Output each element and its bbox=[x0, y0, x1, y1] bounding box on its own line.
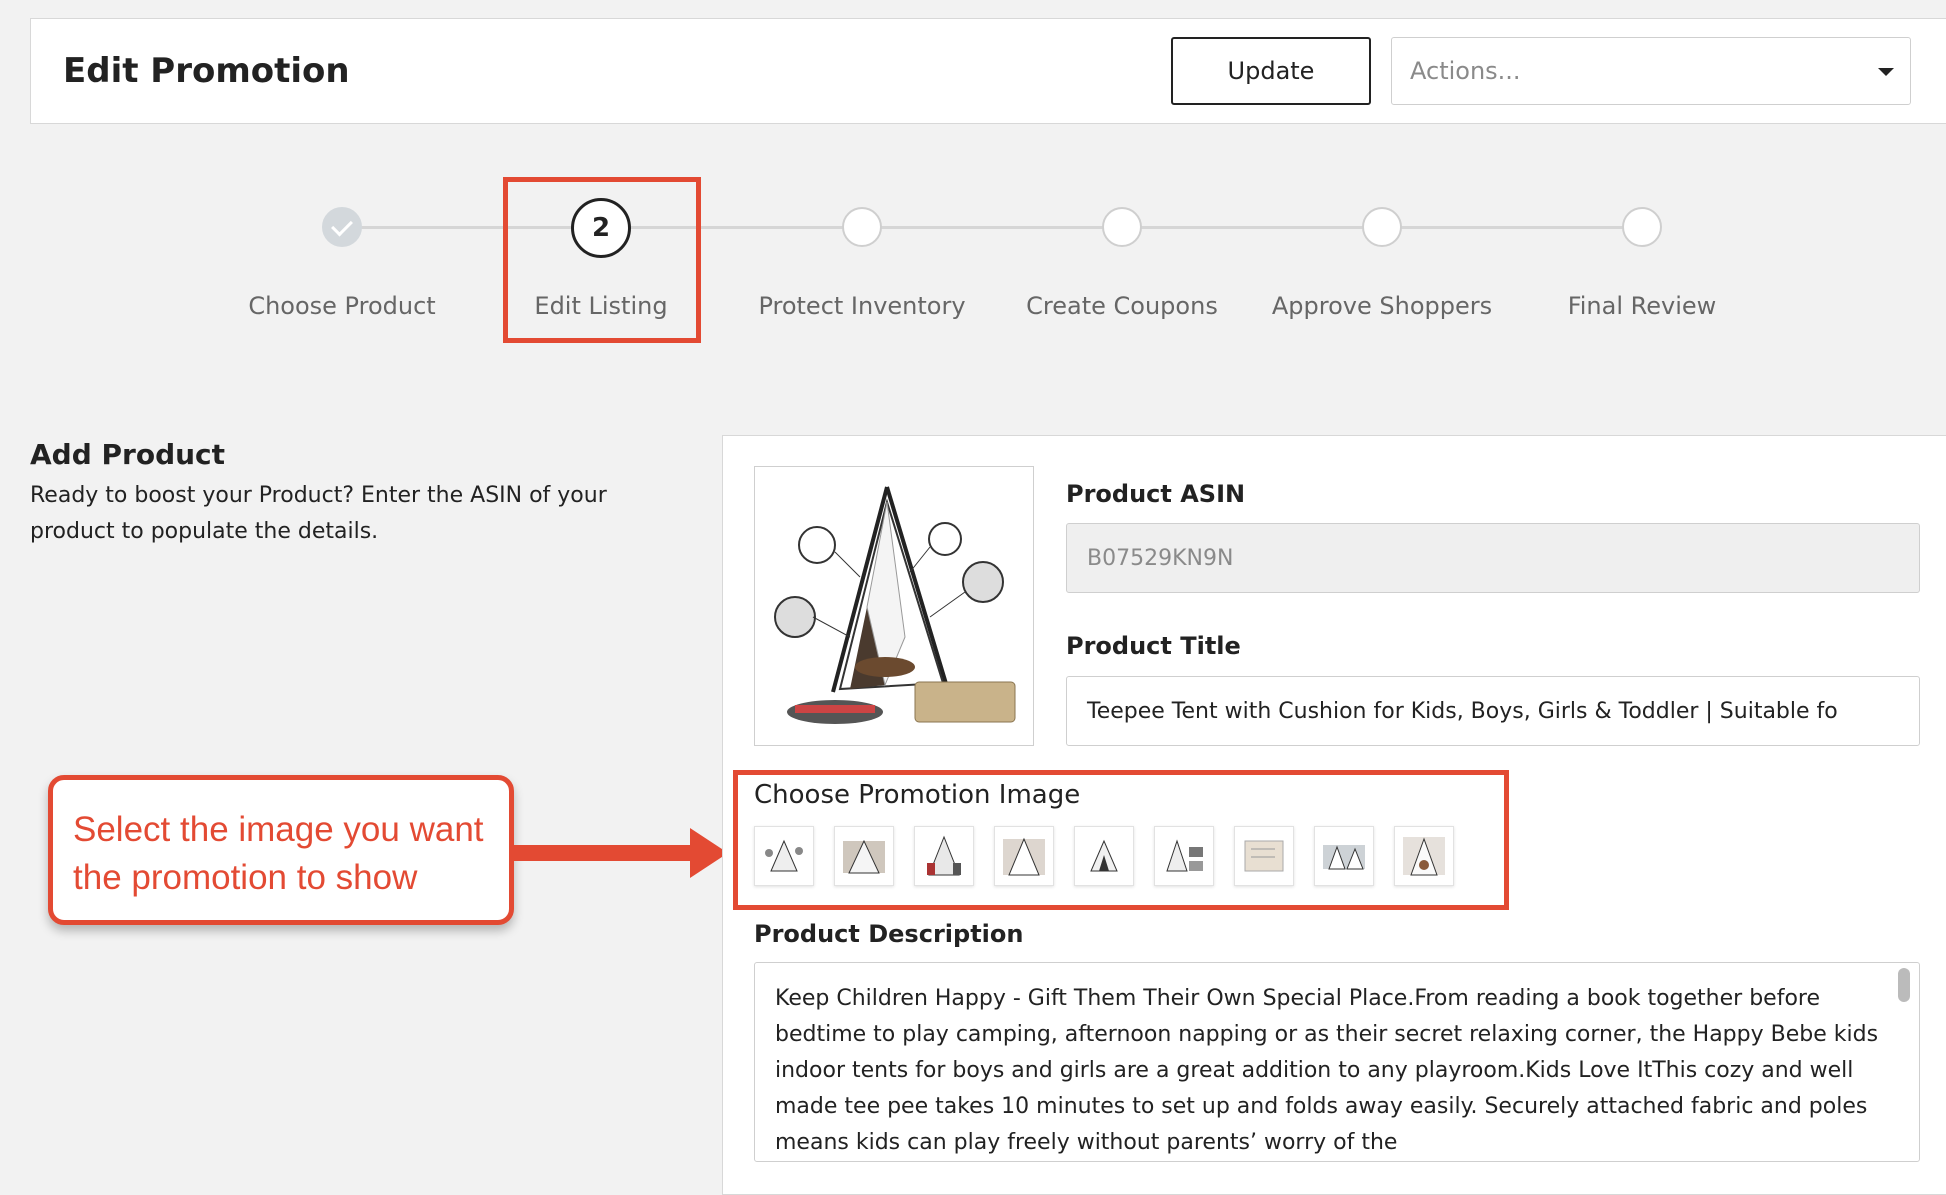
update-button[interactable]: Update bbox=[1171, 37, 1371, 105]
promo-thumbnail[interactable] bbox=[754, 826, 814, 886]
promo-thumbnail[interactable] bbox=[1074, 826, 1134, 886]
header-bar: Edit Promotion Update Actions... bbox=[30, 18, 1946, 124]
promo-thumbnail[interactable] bbox=[1394, 826, 1454, 886]
actions-placeholder: Actions... bbox=[1410, 57, 1521, 85]
step-label-protect-inventory[interactable]: Protect Inventory bbox=[722, 292, 1002, 320]
promo-thumbnail[interactable] bbox=[1154, 826, 1214, 886]
step-label-choose-product[interactable]: Choose Product bbox=[202, 292, 482, 320]
promo-thumbnail[interactable] bbox=[1234, 826, 1294, 886]
step-3-circle bbox=[842, 207, 882, 247]
annotation-arrow bbox=[514, 845, 694, 861]
teepee-illustration bbox=[774, 486, 1016, 724]
step-5-circle bbox=[1362, 207, 1402, 247]
actions-dropdown[interactable]: Actions... bbox=[1391, 37, 1911, 105]
description-scrollbar[interactable] bbox=[1898, 968, 1910, 1002]
step-4-circle bbox=[1102, 207, 1142, 247]
section-description: Ready to boost your Product? Enter the A… bbox=[30, 483, 607, 544]
description-label: Product Description bbox=[754, 920, 1024, 948]
title-field[interactable]: Teepee Tent with Cushion for Kids, Boys,… bbox=[1066, 676, 1920, 746]
promo-thumbnail[interactable] bbox=[1314, 826, 1374, 886]
step-label-approve-shoppers[interactable]: Approve Shoppers bbox=[1242, 292, 1522, 320]
promo-thumbnail[interactable] bbox=[914, 826, 974, 886]
promo-thumbnail[interactable] bbox=[994, 826, 1054, 886]
asin-field[interactable]: B07529KN9N bbox=[1066, 523, 1920, 593]
product-image bbox=[754, 466, 1034, 746]
step-6-circle bbox=[1622, 207, 1662, 247]
asin-label: Product ASIN bbox=[1066, 480, 1246, 508]
step-label-final-review[interactable]: Final Review bbox=[1502, 292, 1782, 320]
step-label-create-coupons[interactable]: Create Coupons bbox=[982, 292, 1262, 320]
annotation-callout: Select the image you want the promotion … bbox=[48, 775, 514, 925]
page-title: Edit Promotion bbox=[63, 51, 350, 91]
title-label: Product Title bbox=[1066, 632, 1241, 660]
step-highlight-box bbox=[503, 177, 701, 343]
step-1-check-icon bbox=[322, 207, 362, 247]
description-textarea[interactable]: Keep Children Happy - Gift Them Their Ow… bbox=[754, 962, 1920, 1162]
section-title: Add Product bbox=[30, 438, 226, 471]
chevron-down-icon bbox=[1878, 68, 1894, 76]
promo-thumbnail[interactable] bbox=[834, 826, 894, 886]
